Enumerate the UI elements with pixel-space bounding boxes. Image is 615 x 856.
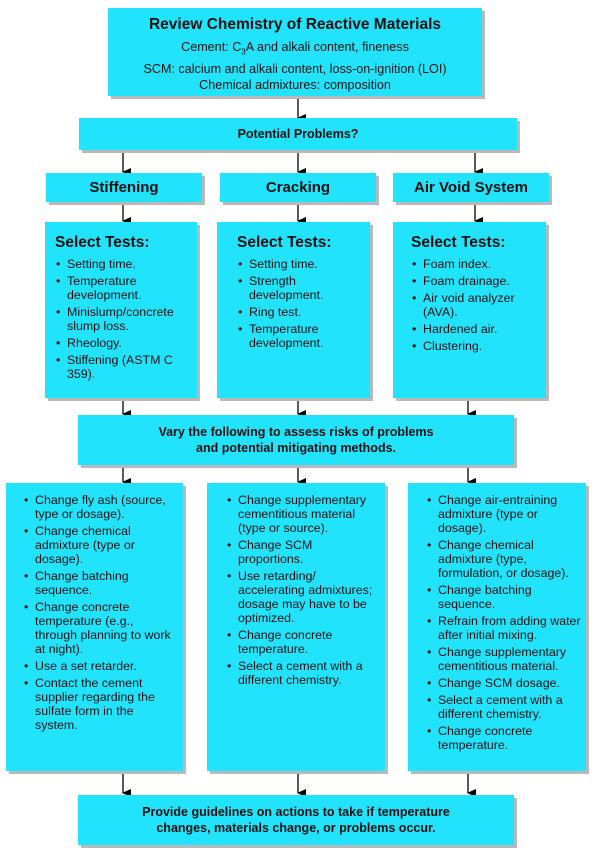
action-item: Contact the cement supplier regarding th… — [23, 676, 177, 732]
review-line-admix: Chemical admixtures: composition — [199, 77, 391, 92]
test-item: Air void analyzer (AVA). — [411, 291, 540, 319]
tests-stiffening-list: Setting time. Temperature development. M… — [55, 257, 191, 381]
actions-airvoid-list: Change air-entraining admixture (type or… — [426, 493, 584, 752]
test-item: Setting time. — [55, 257, 191, 271]
action-item: Change supplementary cementitious materi… — [426, 645, 584, 673]
tests-cracking-box: Select Tests: Setting time. Strength dev… — [217, 222, 370, 398]
test-item: Minislump/concrete slump loss. — [55, 305, 191, 333]
action-item: Change chemical admixture (type, formula… — [426, 538, 584, 580]
tests-stiffening-title: Select Tests: — [55, 234, 150, 251]
tests-airvoid-list: Foam index. Foam drainage. Air void anal… — [411, 257, 540, 353]
actions-cracking-list: Change supplementary cementitious materi… — [226, 493, 381, 687]
action-item: Use a set retarder. — [23, 659, 177, 673]
test-item: Temperature development. — [55, 274, 191, 302]
test-item: Rheology. — [55, 336, 191, 350]
action-item: Use retarding/ accelerating admixtures; … — [226, 569, 381, 625]
action-item: Change SCM proportions. — [226, 538, 381, 566]
action-item: Change batching sequence. — [23, 569, 177, 597]
tests-airvoid-box: Select Tests: Foam index. Foam drainage.… — [393, 222, 546, 398]
actions-stiffening-box: Change fly ash (source, type or dosage).… — [6, 483, 183, 771]
action-item: Select a cement with a different chemist… — [426, 693, 584, 721]
problem-cracking-label: Cracking — [265, 179, 331, 196]
test-item: Clustering. — [411, 339, 540, 353]
action-item: Change chemical admixture (type or dosag… — [23, 524, 177, 566]
tests-stiffening-box: Select Tests: Setting time. Temperature … — [45, 222, 197, 398]
guidelines-line-2: changes, materials change, or problems o… — [156, 821, 436, 835]
actions-stiffening-list: Change fly ash (source, type or dosage).… — [23, 493, 177, 732]
guidelines-box: Provide guidelines on actions to take if… — [78, 795, 514, 845]
action-item: Change supplementary cementitious materi… — [226, 493, 381, 535]
problem-stiffening-label: Stiffening — [89, 179, 159, 196]
review-cement-suffix: A and alkali content, fineness — [245, 40, 409, 54]
action-item: Change SCM dosage. — [426, 676, 584, 690]
vary-line-1: Vary the following to assess risks of pr… — [158, 425, 434, 439]
action-item: Change batching sequence. — [426, 583, 584, 611]
action-item: Change concrete temperature. — [426, 724, 584, 752]
action-item: Change concrete temperature. — [226, 628, 381, 656]
guidelines-line-1: Provide guidelines on actions to take if… — [142, 805, 450, 819]
vary-line-2: and potential mitigating methods. — [196, 441, 396, 455]
review-line-cement: Cement: C3A and alkali content, fineness — [108, 39, 482, 61]
potential-problems-label: Potential Problems? — [237, 127, 359, 141]
test-item: Foam index. — [411, 257, 540, 271]
test-item: Strength development. — [237, 274, 364, 302]
potential-problems-box: Potential Problems? — [79, 118, 517, 150]
problem-stiffening-box: Stiffening — [46, 173, 202, 202]
test-item: Hardened air. — [411, 322, 540, 336]
action-item: Change fly ash (source, type or dosage). — [23, 493, 177, 521]
tests-airvoid-title: Select Tests: — [411, 234, 506, 251]
actions-cracking-box: Change supplementary cementitious materi… — [207, 483, 385, 771]
problem-airvoid-box: Air Void System — [393, 173, 549, 202]
review-cement-prefix: Cement: C — [181, 40, 242, 54]
action-item: Select a cement with a different chemist… — [226, 659, 381, 687]
problem-airvoid-label: Air Void System — [414, 179, 528, 196]
action-item: Change air-entraining admixture (type or… — [426, 493, 584, 535]
review-chemistry-box: Review Chemistry of Reactive Materials C… — [108, 8, 482, 96]
action-item: Change concrete temperature (e.g., throu… — [23, 600, 177, 656]
vary-assess-box: Vary the following to assess risks of pr… — [78, 415, 514, 465]
tests-cracking-list: Setting time. Strength development. Ring… — [237, 257, 364, 350]
test-item: Setting time. — [237, 257, 364, 271]
action-item: Refrain from adding water after initial … — [426, 614, 584, 642]
test-item: Stiffening (ASTM C 359). — [55, 353, 191, 381]
review-line-scm: SCM: calcium and alkali content, loss-on… — [143, 61, 447, 76]
problem-cracking-box: Cracking — [220, 173, 376, 202]
test-item: Ring test. — [237, 305, 364, 319]
test-item: Foam drainage. — [411, 274, 540, 288]
tests-cracking-title: Select Tests: — [237, 234, 332, 251]
actions-airvoid-box: Change air-entraining admixture (type or… — [408, 483, 586, 771]
review-title: Review Chemistry of Reactive Materials — [148, 16, 442, 33]
test-item: Temperature development. — [237, 322, 364, 350]
